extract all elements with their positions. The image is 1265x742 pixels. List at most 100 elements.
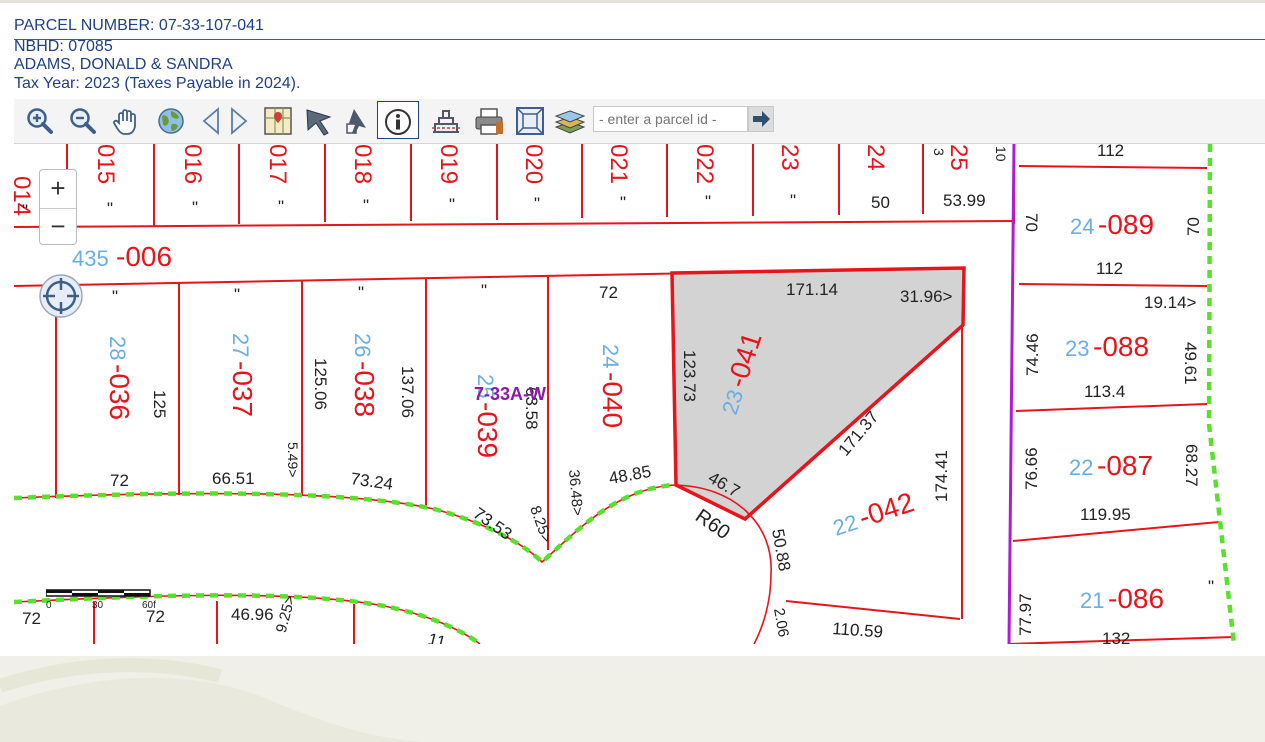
svg-text:435: 435 [72,246,109,271]
svg-text:23: 23 [1065,336,1089,361]
print-button[interactable] [469,101,505,139]
header-divider [14,39,1265,40]
svg-text:-042: -042 [855,486,918,533]
parcel-label-038: 26 -038 [349,333,380,417]
svg-text:125: 125 [150,390,169,418]
parcel-label-040: 24 -040 [597,344,628,428]
district-boundary [1007,144,1016,644]
svg-text:53.99: 53.99 [943,191,986,210]
locate-button[interactable] [39,274,83,318]
svg-text:2.06: 2.06 [770,607,792,639]
previous-extent-button[interactable] [196,101,224,139]
pan-hand-icon [113,109,136,135]
layers-button[interactable] [550,101,586,139]
svg-text:174.41: 174.41 [932,450,951,502]
svg-text:10: 10 [993,146,1009,162]
lot-label-021: 021 [605,144,632,184]
select-arrow-icon [306,109,332,136]
tax-year: Tax Year: 2023 (Taxes Payable in 2024). [14,75,301,92]
svg-text:119.95: 119.95 [1080,505,1131,524]
svg-text:77.97: 77.97 [1016,593,1035,636]
svg-text:113.4: 113.4 [1084,382,1125,401]
svg-text:": " [790,191,796,210]
svg-text:72: 72 [110,471,129,490]
map-canvas[interactable]: 014 015 016 017 018 019 020 021 022 23 2… [14,144,1265,644]
owner-name: ADAMS, DONALD & SANDRA [14,56,233,73]
svg-text:": " [234,285,240,304]
parcel-map[interactable]: 014 015 016 017 018 019 020 021 022 23 2… [14,144,1265,644]
svg-text:70: 70 [1022,213,1041,232]
svg-text:9.25>: 9.25> [273,593,299,634]
zoom-to-selection-icon [516,107,544,135]
map-zoom-control: + − [39,169,77,245]
svg-text:": " [358,283,364,302]
map-toolbar [14,99,1265,144]
block-label: 435 -006 [72,241,172,272]
lot-label-017: 017 [264,144,291,184]
svg-text:": " [1208,577,1214,596]
svg-text:": " [620,193,626,212]
select-pointer-button[interactable] [340,101,376,139]
svg-text:19.14>: 19.14> [1144,293,1197,312]
zoom-in-icon [27,108,53,134]
svg-text:24: 24 [1070,214,1094,239]
select-feature-button[interactable] [300,101,336,139]
svg-text:73.24: 73.24 [349,469,394,494]
parcel-label-086: 21 -086 [1080,583,1164,614]
identify-button[interactable] [377,101,419,139]
info-icon [385,109,411,135]
page-background [0,656,1265,742]
svg-text:": " [22,201,28,220]
svg-text:5.49>: 5.49> [285,442,301,477]
map-zoom-out-button[interactable]: − [40,208,76,246]
search-go-button[interactable] [748,106,774,132]
svg-text:8.25>: 8.25> [526,504,555,546]
measure-button[interactable] [426,101,462,139]
lot-label-25: 25 [945,144,972,171]
zoom-to-selection-button[interactable] [511,101,547,139]
lot-label-019: 019 [435,144,462,184]
parcel-label-087: 22 -087 [1069,450,1153,481]
svg-text:27: 27 [228,333,253,357]
svg-text:21: 21 [1080,588,1104,613]
parcel-label-036: 28 -036 [104,336,135,420]
scale-label-30: 30 [92,600,104,611]
map-legend-button[interactable] [259,101,295,139]
svg-text:50: 50 [871,193,890,212]
svg-text:": " [107,199,113,218]
decorative-swirl [0,658,420,742]
svg-text:74.46: 74.46 [1023,333,1042,376]
svg-text:-086: -086 [1108,583,1164,614]
svg-text:": " [363,196,369,215]
parcel-id-search-input[interactable] [593,106,748,132]
svg-text:": " [534,194,540,213]
full-extent-button[interactable] [152,101,188,139]
svg-text:": " [278,197,284,216]
nbhd: NBHD: 07085 [14,38,113,55]
svg-text:": " [449,195,455,214]
svg-text:": " [112,287,118,306]
previous-extent-icon [202,107,219,135]
select-pointer-icon [346,109,366,134]
svg-text:-088: -088 [1093,331,1149,362]
svg-text:137.06: 137.06 [398,366,417,418]
svg-text:49.61: 49.61 [1181,342,1200,385]
row-boundaries [14,484,772,644]
svg-text:171.14: 171.14 [786,280,838,299]
zoom-out-button[interactable] [64,101,100,139]
map-zoom-in-button[interactable]: + [40,171,76,208]
svg-text:123.73: 123.73 [680,350,699,402]
svg-text:76.66: 76.66 [1022,447,1041,490]
svg-text:50.88: 50.88 [768,527,794,572]
svg-text:73.53: 73.53 [470,504,516,544]
pan-button[interactable] [108,101,144,139]
parcel-label-037: 27 -037 [227,333,258,417]
next-extent-button[interactable] [224,101,252,139]
svg-text:72: 72 [599,283,618,302]
zoning-label: 7-33A-W [474,384,546,404]
svg-text:": " [481,281,487,300]
svg-text:-038: -038 [349,361,380,417]
zoom-in-button[interactable] [21,101,57,139]
svg-text:22: 22 [830,509,861,540]
svg-text:66.51: 66.51 [212,469,255,488]
